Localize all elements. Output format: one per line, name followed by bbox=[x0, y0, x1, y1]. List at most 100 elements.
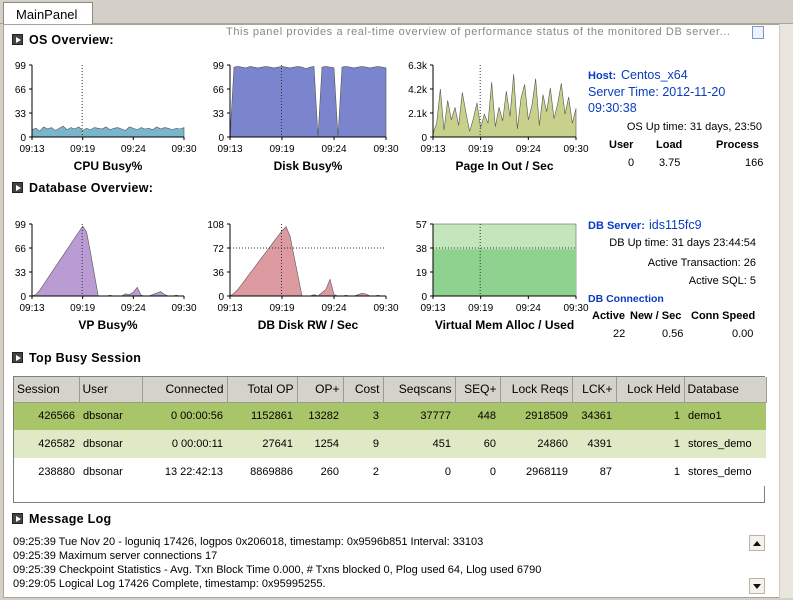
table-cell: 37777 bbox=[383, 402, 455, 430]
sessions-table: Session User Connected Total OP OP+ Cost Seqsc… bbox=[13, 376, 767, 503]
x-tick-label: 09:13 bbox=[420, 144, 445, 155]
column-header[interactable]: Seqscans bbox=[383, 377, 456, 403]
table-cell: 2968119 bbox=[500, 458, 572, 486]
document-icon[interactable] bbox=[752, 26, 764, 39]
column-header[interactable]: LCK+ bbox=[572, 377, 617, 403]
db-server-label: DB Server: bbox=[588, 220, 645, 232]
os-process-value: 166 bbox=[745, 157, 764, 169]
tab-bar: MainPanel bbox=[0, 0, 793, 25]
collapse-arrow-icon[interactable] bbox=[12, 182, 23, 193]
y-tick-label: 38 bbox=[416, 244, 428, 255]
message-log-header[interactable]: Message Log bbox=[12, 512, 112, 526]
y-tick-label: 72 bbox=[213, 244, 225, 255]
table-cell: 1152861 bbox=[227, 402, 297, 430]
table-cell: 24860 bbox=[500, 430, 572, 458]
column-header[interactable]: Cost bbox=[343, 377, 384, 403]
sessions-title: Top Busy Session bbox=[29, 351, 142, 365]
page-series-area bbox=[432, 74, 577, 138]
active-sql: Active SQL: 5 bbox=[688, 275, 756, 287]
vp-chart-title: VP Busy% bbox=[78, 318, 138, 332]
message-log-scrollbar[interactable] bbox=[749, 534, 767, 596]
table-cell: 1 bbox=[616, 430, 684, 458]
table-cell: 1 bbox=[616, 458, 684, 486]
y-tick-label: 99 bbox=[213, 61, 225, 72]
x-tick-label: 09:24 bbox=[121, 303, 146, 314]
log-line: 09:25:39 Checkpoint Statistics - Avg. Tx… bbox=[13, 564, 542, 576]
x-tick-label: 09:24 bbox=[121, 144, 146, 155]
x-tick-label: 09:13 bbox=[19, 303, 44, 314]
table-cell: dbsonar bbox=[79, 402, 142, 430]
table-cell: stores_demo bbox=[684, 458, 766, 486]
os-user-value: 0 bbox=[628, 157, 635, 169]
db-col-speed: Conn Speed bbox=[691, 310, 756, 322]
panel-scrollbar[interactable] bbox=[779, 24, 793, 598]
table-row[interactable]: 426582 dbsonar 0 00:00:11 27641 1254 9 451 60 24… bbox=[14, 430, 766, 458]
table-cell: 60 bbox=[455, 430, 500, 458]
db-new-value: 0.56 bbox=[662, 328, 684, 340]
x-tick-label: 09:19 bbox=[468, 303, 493, 314]
table-cell: 2 bbox=[343, 458, 383, 486]
message-log: 09:25:39 Tue Nov 20 - loguniq 17426, log… bbox=[13, 535, 748, 591]
vp-series-area bbox=[31, 225, 184, 297]
y-tick-label: 66 bbox=[15, 85, 27, 96]
x-tick-label: 09:24 bbox=[321, 144, 346, 155]
table-cell: 0 bbox=[455, 458, 500, 486]
tab-mainpanel[interactable]: MainPanel bbox=[3, 2, 93, 25]
db-uptime: DB Up time: 31 days 23:44:54 bbox=[609, 237, 756, 249]
y-tick-label: 99 bbox=[15, 220, 27, 231]
table-cell: 238880 bbox=[14, 458, 79, 486]
collapse-arrow-icon[interactable] bbox=[12, 34, 23, 45]
panel-description: This panel provides a real-time overview… bbox=[226, 26, 731, 38]
column-header[interactable]: SEQ+ bbox=[455, 377, 501, 403]
main-panel: This panel provides a real-time overview… bbox=[3, 24, 791, 598]
table-cell: 451 bbox=[383, 430, 455, 458]
scroll-down-icon[interactable] bbox=[749, 578, 765, 594]
table-cell: 27641 bbox=[227, 430, 297, 458]
table-cell: 426566 bbox=[14, 402, 79, 430]
table-cell: stores_demo bbox=[684, 430, 766, 458]
column-header[interactable]: Lock Held bbox=[616, 377, 685, 403]
table-cell: 260 bbox=[297, 458, 343, 486]
table-cell: 1254 bbox=[297, 430, 343, 458]
table-row[interactable]: 426566 dbsonar 0 00:00:56 1152861 13282 3 3777… bbox=[14, 402, 766, 430]
os-uptime: OS Up time: 31 days, 23:50 bbox=[626, 121, 762, 133]
page-chart-title: Page In Out / Sec bbox=[455, 159, 554, 173]
db-overview-header[interactable]: Database Overview: bbox=[12, 181, 153, 195]
disk-series-area bbox=[229, 66, 387, 138]
table-cell: 426582 bbox=[14, 430, 79, 458]
column-header[interactable]: Connected bbox=[142, 377, 228, 403]
column-header[interactable]: Lock Reqs bbox=[500, 377, 573, 403]
y-tick-label: 99 bbox=[15, 61, 27, 72]
sessions-header[interactable]: Top Busy Session bbox=[12, 351, 141, 365]
column-header[interactable]: Total OP bbox=[227, 377, 298, 403]
x-tick-label: 09:19 bbox=[70, 303, 95, 314]
os-overview-header[interactable]: OS Overview: bbox=[12, 33, 114, 47]
os-col-load: Load bbox=[656, 139, 683, 151]
y-tick-label: 19 bbox=[416, 268, 428, 279]
collapse-arrow-icon[interactable] bbox=[12, 513, 23, 524]
column-header[interactable]: User bbox=[79, 377, 143, 403]
collapse-arrow-icon[interactable] bbox=[12, 352, 23, 363]
y-tick-label: 0 bbox=[218, 133, 224, 144]
table-cell: 13282 bbox=[297, 402, 343, 430]
column-header[interactable]: Session bbox=[14, 377, 80, 403]
column-header[interactable]: Database bbox=[684, 377, 767, 403]
table-row[interactable]: 238880 dbsonar 13 22:42:13 8869886 260 2 0 0 296… bbox=[14, 458, 766, 486]
scroll-up-icon[interactable] bbox=[749, 535, 765, 551]
table-cell: 13 22:42:13 bbox=[142, 458, 227, 486]
column-header[interactable]: OP+ bbox=[297, 377, 344, 403]
log-line: 09:25:39 Maximum server connections 17 bbox=[13, 550, 218, 562]
server-time-clock: 09:30:38 bbox=[588, 101, 637, 115]
table-cell: 8869886 bbox=[227, 458, 297, 486]
cpu-chart-title: CPU Busy% bbox=[73, 159, 143, 173]
y-tick-label: 4.2k bbox=[408, 85, 428, 96]
y-tick-label: 0 bbox=[421, 133, 427, 144]
y-tick-label: 57 bbox=[416, 220, 428, 231]
os-col-process: Process bbox=[716, 139, 759, 151]
x-tick-label: 09:13 bbox=[420, 303, 445, 314]
server-time: Server Time: 2012-11-20 bbox=[588, 85, 726, 99]
x-tick-label: 09:30 bbox=[171, 144, 196, 155]
x-tick-label: 09:19 bbox=[269, 303, 294, 314]
disk-chart-title: Disk Busy% bbox=[273, 159, 343, 173]
db-col-active: Active bbox=[592, 310, 626, 322]
